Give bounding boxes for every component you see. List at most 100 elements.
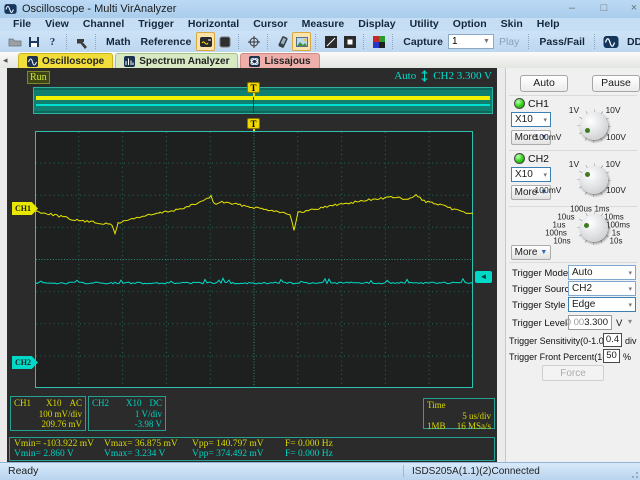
divider bbox=[509, 262, 637, 263]
help-button[interactable]: ? bbox=[43, 32, 62, 51]
ch1-probe-select[interactable]: X10▾ bbox=[511, 112, 551, 127]
tab-spectrum-analyzer[interactable]: Spectrum Analyzer bbox=[115, 53, 238, 68]
probe-button[interactable] bbox=[273, 32, 292, 51]
menu-help[interactable]: Help bbox=[530, 18, 567, 31]
ch2-measurements-row: Vmin= 2.860 V Vmax= 3.234 V Vpp= 374.492… bbox=[10, 449, 494, 460]
menu-cursor[interactable]: Cursor bbox=[246, 18, 294, 31]
ch2-probe-select[interactable]: X10▾ bbox=[511, 167, 551, 182]
crosshair-icon bbox=[247, 35, 261, 49]
open-button[interactable] bbox=[5, 32, 24, 51]
menu-utility[interactable]: Utility bbox=[403, 18, 446, 31]
ch1-coupling: AC bbox=[69, 398, 82, 409]
capture-count-select[interactable]: 1▼ bbox=[448, 34, 494, 49]
play-button[interactable]: Play bbox=[494, 36, 524, 48]
waveform-overview-strip[interactable] bbox=[33, 87, 493, 114]
trigger-source-select[interactable]: CH2▾ bbox=[568, 281, 636, 296]
force-button[interactable]: Force bbox=[542, 365, 604, 381]
snapshot-icon bbox=[295, 35, 309, 49]
math-button[interactable]: Math bbox=[101, 36, 136, 48]
trigger-level-input[interactable]: 0 003.300 bbox=[568, 315, 612, 330]
math-panel-button[interactable] bbox=[196, 32, 215, 51]
menu-option[interactable]: Option bbox=[446, 18, 494, 31]
device-connection-text: ISDS205A(1.1)(2)Connected bbox=[412, 466, 540, 477]
dds-button[interactable] bbox=[600, 32, 622, 51]
trigger-mode-label: Trigger Mode bbox=[512, 268, 568, 279]
menu-trigger[interactable]: Trigger bbox=[131, 18, 181, 31]
ch2-probe: X10 bbox=[126, 398, 142, 409]
chevron-down-icon[interactable]: ▾ bbox=[628, 317, 632, 326]
trigger-level-label: Trigger Level bbox=[512, 318, 567, 329]
knob-face bbox=[580, 112, 608, 140]
trigger-sensitivity-input[interactable]: 0.4 bbox=[603, 333, 622, 347]
reference-button[interactable]: Reference bbox=[136, 36, 197, 48]
color-grid-button[interactable] bbox=[369, 32, 388, 51]
cursor-line-button[interactable] bbox=[321, 32, 340, 51]
chevron-down-icon: ▾ bbox=[543, 171, 547, 179]
close-button[interactable]: × bbox=[620, 0, 640, 17]
menu-display[interactable]: Display bbox=[351, 18, 402, 31]
ch2-vpp: Vpp= 374.492 mV bbox=[192, 449, 264, 460]
chevron-down-icon: ▼ bbox=[540, 249, 547, 256]
chevron-down-icon: ▾ bbox=[628, 301, 632, 309]
timebase-knob[interactable] bbox=[577, 211, 611, 245]
menu-channel[interactable]: Channel bbox=[76, 18, 131, 31]
snapshot-button[interactable] bbox=[292, 32, 311, 51]
trigger-style-select[interactable]: Edge▾ bbox=[568, 297, 636, 312]
trigger-front-input[interactable]: 50 bbox=[603, 349, 620, 363]
measurements-box: Vmin= -103.922 mV Vmax= 36.875 mV Vpp= 1… bbox=[9, 437, 495, 461]
ch2-enable-led[interactable] bbox=[514, 153, 525, 164]
capture-count-value: 1 bbox=[452, 36, 458, 47]
tab-oscilloscope[interactable]: Oscilloscope bbox=[18, 53, 113, 68]
menu-skin[interactable]: Skin bbox=[494, 18, 530, 31]
tool-button[interactable] bbox=[72, 32, 91, 51]
menu-horizontal[interactable]: Horizontal bbox=[181, 18, 246, 31]
menu-file[interactable]: File bbox=[6, 18, 38, 31]
display-panel-button[interactable] bbox=[215, 32, 234, 51]
ch2-vmax: Vmax= 3.234 V bbox=[104, 449, 165, 460]
resize-grip[interactable] bbox=[630, 470, 638, 478]
toolbar-separator bbox=[392, 34, 394, 49]
ch2-knob-label-1v: 1V bbox=[569, 159, 579, 169]
trigger-mode-select[interactable]: Auto▾ bbox=[568, 265, 636, 280]
auto-button[interactable]: Auto bbox=[520, 75, 568, 92]
crosshair-button[interactable] bbox=[244, 32, 263, 51]
app-icon bbox=[4, 3, 17, 15]
trigger-level-marker[interactable]: ◄ bbox=[475, 271, 492, 283]
knob-indicator bbox=[585, 128, 590, 133]
sample-rate: 16 MSa/s bbox=[457, 421, 491, 432]
trigger-level-unit: V bbox=[616, 318, 622, 329]
trigger-source-level-text: CH2 3.300 V bbox=[433, 70, 492, 82]
minimize-button[interactable]: – bbox=[558, 0, 586, 17]
scroll-strip[interactable] bbox=[497, 68, 505, 463]
menu-measure[interactable]: Measure bbox=[295, 18, 352, 31]
trigger-time-marker-main[interactable]: T bbox=[247, 118, 260, 129]
ch1-probe-value: X10 bbox=[515, 114, 533, 125]
trigger-mode-text: Auto bbox=[394, 70, 416, 82]
pause-button[interactable]: Pause bbox=[592, 75, 640, 92]
tab-lissajous[interactable]: Lissajous bbox=[240, 53, 319, 68]
tab-scroll-left-icon[interactable]: ◂ bbox=[3, 55, 8, 66]
tab-label: Oscilloscope bbox=[42, 56, 104, 67]
toolbar-separator bbox=[363, 34, 365, 49]
more-label: More bbox=[515, 247, 538, 258]
trigger-time-marker-overview[interactable]: T bbox=[247, 82, 260, 93]
maximize-button[interactable]: □ bbox=[590, 0, 618, 17]
trigger-front-label: Trigger Front Percent(1-99) bbox=[509, 352, 618, 362]
ch1-enable-led[interactable] bbox=[514, 98, 525, 109]
tabbar: ◂ Oscilloscope Spectrum Analyzer Lissajo… bbox=[0, 52, 640, 68]
dds-label[interactable]: DDS bbox=[622, 36, 640, 48]
ch1-gain-knob[interactable] bbox=[577, 109, 611, 143]
ch2-vmin: Vmin= 2.860 V bbox=[14, 449, 74, 460]
ch1-name: CH1 bbox=[14, 398, 31, 409]
toolbar-separator bbox=[594, 34, 596, 49]
persistence-button[interactable] bbox=[340, 32, 359, 51]
timebase-more-button[interactable]: More▼ bbox=[511, 245, 551, 260]
ch2-gain-knob[interactable] bbox=[577, 163, 611, 197]
pass-fail-button[interactable]: Pass/Fail bbox=[534, 36, 590, 48]
trigger-sensitivity-label: Trigger Sensitivity(0-1.0) bbox=[509, 336, 607, 346]
menu-view[interactable]: View bbox=[38, 18, 76, 31]
time-label: Time bbox=[427, 400, 491, 411]
statusbar: Ready ISDS205A(1.1)(2)Connected bbox=[0, 462, 640, 480]
save-button[interactable] bbox=[24, 32, 43, 51]
knob-indicator bbox=[584, 223, 589, 228]
